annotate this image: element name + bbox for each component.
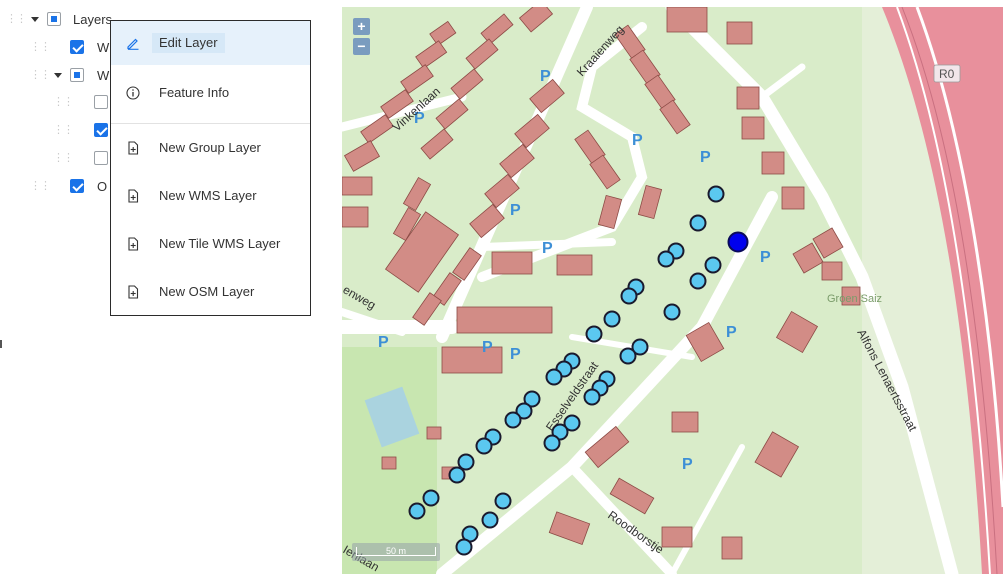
svg-text:P: P — [542, 240, 553, 257]
svg-text:P: P — [540, 68, 551, 85]
tree-label: W — [97, 40, 110, 55]
menu-item-feature-info[interactable]: Feature Info — [111, 71, 310, 115]
svg-text:P: P — [682, 456, 693, 473]
menu-item-label: New Group Layer — [159, 140, 261, 155]
map-view[interactable]: P P P P P P P P P P P P Kraaienweg Vinke… — [342, 7, 1003, 574]
layer-checkbox[interactable] — [70, 179, 84, 193]
svg-text:P: P — [700, 149, 711, 166]
menu-item-edit-layer[interactable]: Edit Layer — [111, 21, 310, 65]
layer-context-menu: Edit Layer Feature Info New Group Layer … — [110, 20, 311, 316]
menu-item-label: Feature Info — [159, 85, 230, 100]
menu-item-label: New Tile WMS Layer — [159, 236, 281, 251]
scale-bar-label: 50 m — [385, 546, 406, 556]
zoom-out-button[interactable]: − — [353, 38, 370, 55]
file-plus-icon — [128, 141, 139, 155]
caret-down-icon[interactable] — [31, 17, 39, 22]
tree-label-layers: Layers — [73, 12, 113, 27]
drag-handle-icon[interactable]: ⋮⋮ — [30, 69, 51, 81]
selected-feature-marker[interactable] — [727, 231, 749, 253]
menu-item-new-tile-wms-layer[interactable]: New Tile WMS Layer — [111, 222, 310, 266]
svg-text:P: P — [510, 202, 521, 219]
place-label: Groen Saiz — [827, 293, 882, 305]
tree-label: W — [97, 68, 110, 83]
file-plus-icon — [128, 237, 139, 251]
drag-handle-icon[interactable]: ⋮⋮ — [30, 180, 51, 192]
splitter-handle[interactable] — [0, 340, 2, 348]
drag-handle-icon[interactable]: ⋮⋮ — [30, 41, 51, 53]
svg-text:P: P — [632, 132, 643, 149]
layers-checkbox[interactable] — [47, 12, 61, 26]
svg-text:P: P — [510, 346, 521, 363]
road-shield-label: R0 — [939, 67, 955, 81]
drag-handle-icon[interactable]: ⋮⋮ — [6, 13, 27, 25]
layer-checkbox[interactable] — [94, 95, 108, 109]
file-plus-icon — [128, 189, 139, 203]
map-canvas[interactable]: P P P P P P P P P P P P Kraaienweg Vinke… — [342, 7, 1003, 574]
tree-label: O — [97, 179, 108, 194]
menu-item-label: New WMS Layer — [159, 188, 257, 203]
drag-handle-icon[interactable]: ⋮⋮ — [53, 124, 74, 136]
drag-handle-icon[interactable]: ⋮⋮ — [53, 152, 74, 164]
drag-handle-icon[interactable]: ⋮⋮ — [53, 96, 74, 108]
svg-text:P: P — [726, 324, 737, 341]
info-icon — [126, 86, 140, 100]
svg-text:P: P — [760, 249, 771, 266]
pencil-icon — [127, 38, 139, 50]
layer-checkbox[interactable] — [94, 123, 108, 137]
group-checkbox[interactable] — [70, 68, 84, 82]
caret-down-icon[interactable] — [54, 73, 62, 78]
layer-checkbox[interactable] — [70, 40, 84, 54]
menu-divider — [111, 123, 310, 124]
svg-text:P: P — [378, 334, 389, 351]
menu-item-new-group-layer[interactable]: New Group Layer — [111, 126, 310, 170]
menu-item-label: New OSM Layer — [159, 284, 255, 299]
menu-item-new-wms-layer[interactable]: New WMS Layer — [111, 174, 310, 218]
file-plus-icon — [128, 285, 139, 299]
layer-checkbox[interactable] — [94, 151, 108, 165]
svg-text:P: P — [482, 339, 493, 356]
menu-item-new-osm-layer[interactable]: New OSM Layer — [111, 270, 310, 314]
scale-bar: 50 m — [352, 543, 440, 561]
menu-item-label: Edit Layer — [152, 33, 225, 53]
zoom-in-button[interactable]: + — [353, 18, 370, 35]
